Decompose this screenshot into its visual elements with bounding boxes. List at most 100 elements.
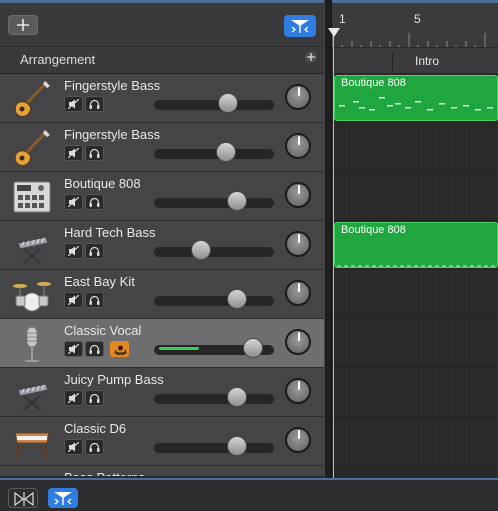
solo-button[interactable] [85, 145, 104, 161]
headphones-icon [89, 99, 100, 109]
volume-slider-knob[interactable] [191, 240, 211, 260]
volume-slider[interactable] [154, 198, 274, 208]
lane-divider [332, 416, 498, 417]
mute-button[interactable] [64, 292, 83, 308]
catch-playhead-button[interactable] [284, 15, 316, 37]
track-header[interactable]: Classic D6 [0, 417, 324, 466]
clavinet-icon [12, 423, 52, 461]
headphones-icon [89, 442, 100, 452]
region-name: Boutique 808 [341, 77, 406, 89]
mute-button[interactable] [64, 96, 83, 112]
volume-slider-knob[interactable] [227, 289, 247, 309]
volume-slider[interactable] [154, 247, 274, 257]
track-name[interactable]: Juicy Pump Bass [64, 372, 164, 387]
mute-button[interactable] [64, 439, 83, 455]
mute-button[interactable] [64, 194, 83, 210]
pan-knob[interactable] [285, 280, 311, 306]
region-name: Boutique 808 [341, 224, 406, 236]
mute-button[interactable] [64, 390, 83, 406]
track-name[interactable]: Fingerstyle Bass [64, 127, 160, 142]
volume-slider-knob[interactable] [243, 338, 263, 358]
track-name[interactable]: Boutique 808 [64, 176, 141, 191]
headphones-icon [89, 295, 100, 305]
microphone-icon [12, 325, 52, 363]
bottom-toolbar [0, 478, 498, 511]
compare-button[interactable] [8, 488, 38, 508]
ruler-bar-5: 5 [414, 12, 421, 26]
volume-slider[interactable] [154, 296, 274, 306]
solo-button[interactable] [85, 243, 104, 259]
playhead[interactable] [333, 28, 334, 478]
midi-notes [339, 97, 493, 111]
headphones-icon [89, 197, 100, 207]
track-header[interactable]: East Bay Kit [0, 270, 324, 319]
track-area-divider[interactable] [324, 0, 332, 480]
track-header[interactable]: Juicy Pump Bass [0, 368, 324, 417]
add-marker-icon[interactable] [304, 50, 318, 64]
track-name[interactable]: Classic D6 [64, 421, 126, 436]
track-name[interactable]: Classic Vocal [64, 323, 141, 338]
synth-keyboard-icon [12, 227, 52, 265]
marker-track: Intro [332, 47, 498, 74]
solo-button[interactable] [85, 439, 104, 455]
timeline-ruler[interactable]: 1 5 [332, 0, 498, 49]
catch-button-bottom[interactable] [48, 488, 78, 508]
pan-knob[interactable] [285, 378, 311, 404]
midi-region[interactable]: Boutique 808 [334, 222, 498, 268]
headphones-icon [89, 393, 100, 403]
record-enable-button[interactable] [110, 341, 129, 357]
headphones-icon [89, 344, 100, 354]
pan-knob[interactable] [285, 182, 311, 208]
track-header[interactable]: Fingerstyle Bass [0, 123, 324, 172]
volume-slider-knob[interactable] [216, 142, 236, 162]
speaker-muted-icon [68, 295, 79, 305]
track-name[interactable]: East Bay Kit [64, 274, 135, 289]
solo-button[interactable] [85, 390, 104, 406]
volume-slider-knob[interactable] [227, 191, 247, 211]
track-header[interactable]: Classic Vocal [0, 319, 324, 368]
drum-kit-icon [12, 276, 52, 314]
volume-slider[interactable] [154, 100, 274, 110]
volume-slider[interactable] [154, 394, 274, 404]
pan-knob[interactable] [285, 427, 311, 453]
track-header[interactable]: Bass Patterns [0, 466, 324, 476]
track-header-toolbar [0, 0, 326, 46]
solo-button[interactable] [85, 341, 104, 357]
speaker-muted-icon [68, 393, 79, 403]
pan-knob[interactable] [285, 133, 311, 159]
marker-intro[interactable]: Intro [392, 53, 453, 71]
logic-window: Arrangement Fingerstyle Bass Fingerstyle … [0, 0, 498, 511]
speaker-muted-icon [68, 442, 79, 452]
volume-slider-knob[interactable] [227, 387, 247, 407]
lane-divider [332, 269, 498, 270]
lane-divider [332, 220, 498, 221]
pan-knob[interactable] [285, 231, 311, 257]
pan-knob[interactable] [285, 329, 311, 355]
playhead-handle[interactable] [328, 28, 340, 37]
headphones-icon [89, 148, 100, 158]
track-name[interactable]: Bass Patterns [64, 470, 145, 476]
track-header[interactable]: Hard Tech Bass [0, 221, 324, 270]
solo-button[interactable] [85, 292, 104, 308]
speaker-muted-icon [68, 246, 79, 256]
volume-slider[interactable] [154, 149, 274, 159]
track-header[interactable]: Boutique 808 [0, 172, 324, 221]
midi-region[interactable]: Boutique 808 [334, 75, 498, 121]
synth-keyboard-icon [12, 374, 52, 412]
mute-button[interactable] [64, 243, 83, 259]
solo-button[interactable] [85, 96, 104, 112]
headphones-icon [89, 246, 100, 256]
volume-slider-knob[interactable] [227, 436, 247, 456]
arrange-lanes[interactable]: Boutique 808 Boutique 808 [332, 74, 498, 476]
volume-slider-knob[interactable] [218, 93, 238, 113]
pan-knob[interactable] [285, 84, 311, 110]
mute-button[interactable] [64, 145, 83, 161]
track-name[interactable]: Hard Tech Bass [64, 225, 156, 240]
solo-button[interactable] [85, 194, 104, 210]
mute-button[interactable] [64, 341, 83, 357]
track-name[interactable]: Fingerstyle Bass [64, 78, 160, 93]
track-header[interactable]: Fingerstyle Bass [0, 74, 324, 123]
add-track-button[interactable] [8, 15, 38, 35]
volume-slider[interactable] [154, 443, 274, 453]
midi-notes [337, 238, 497, 267]
